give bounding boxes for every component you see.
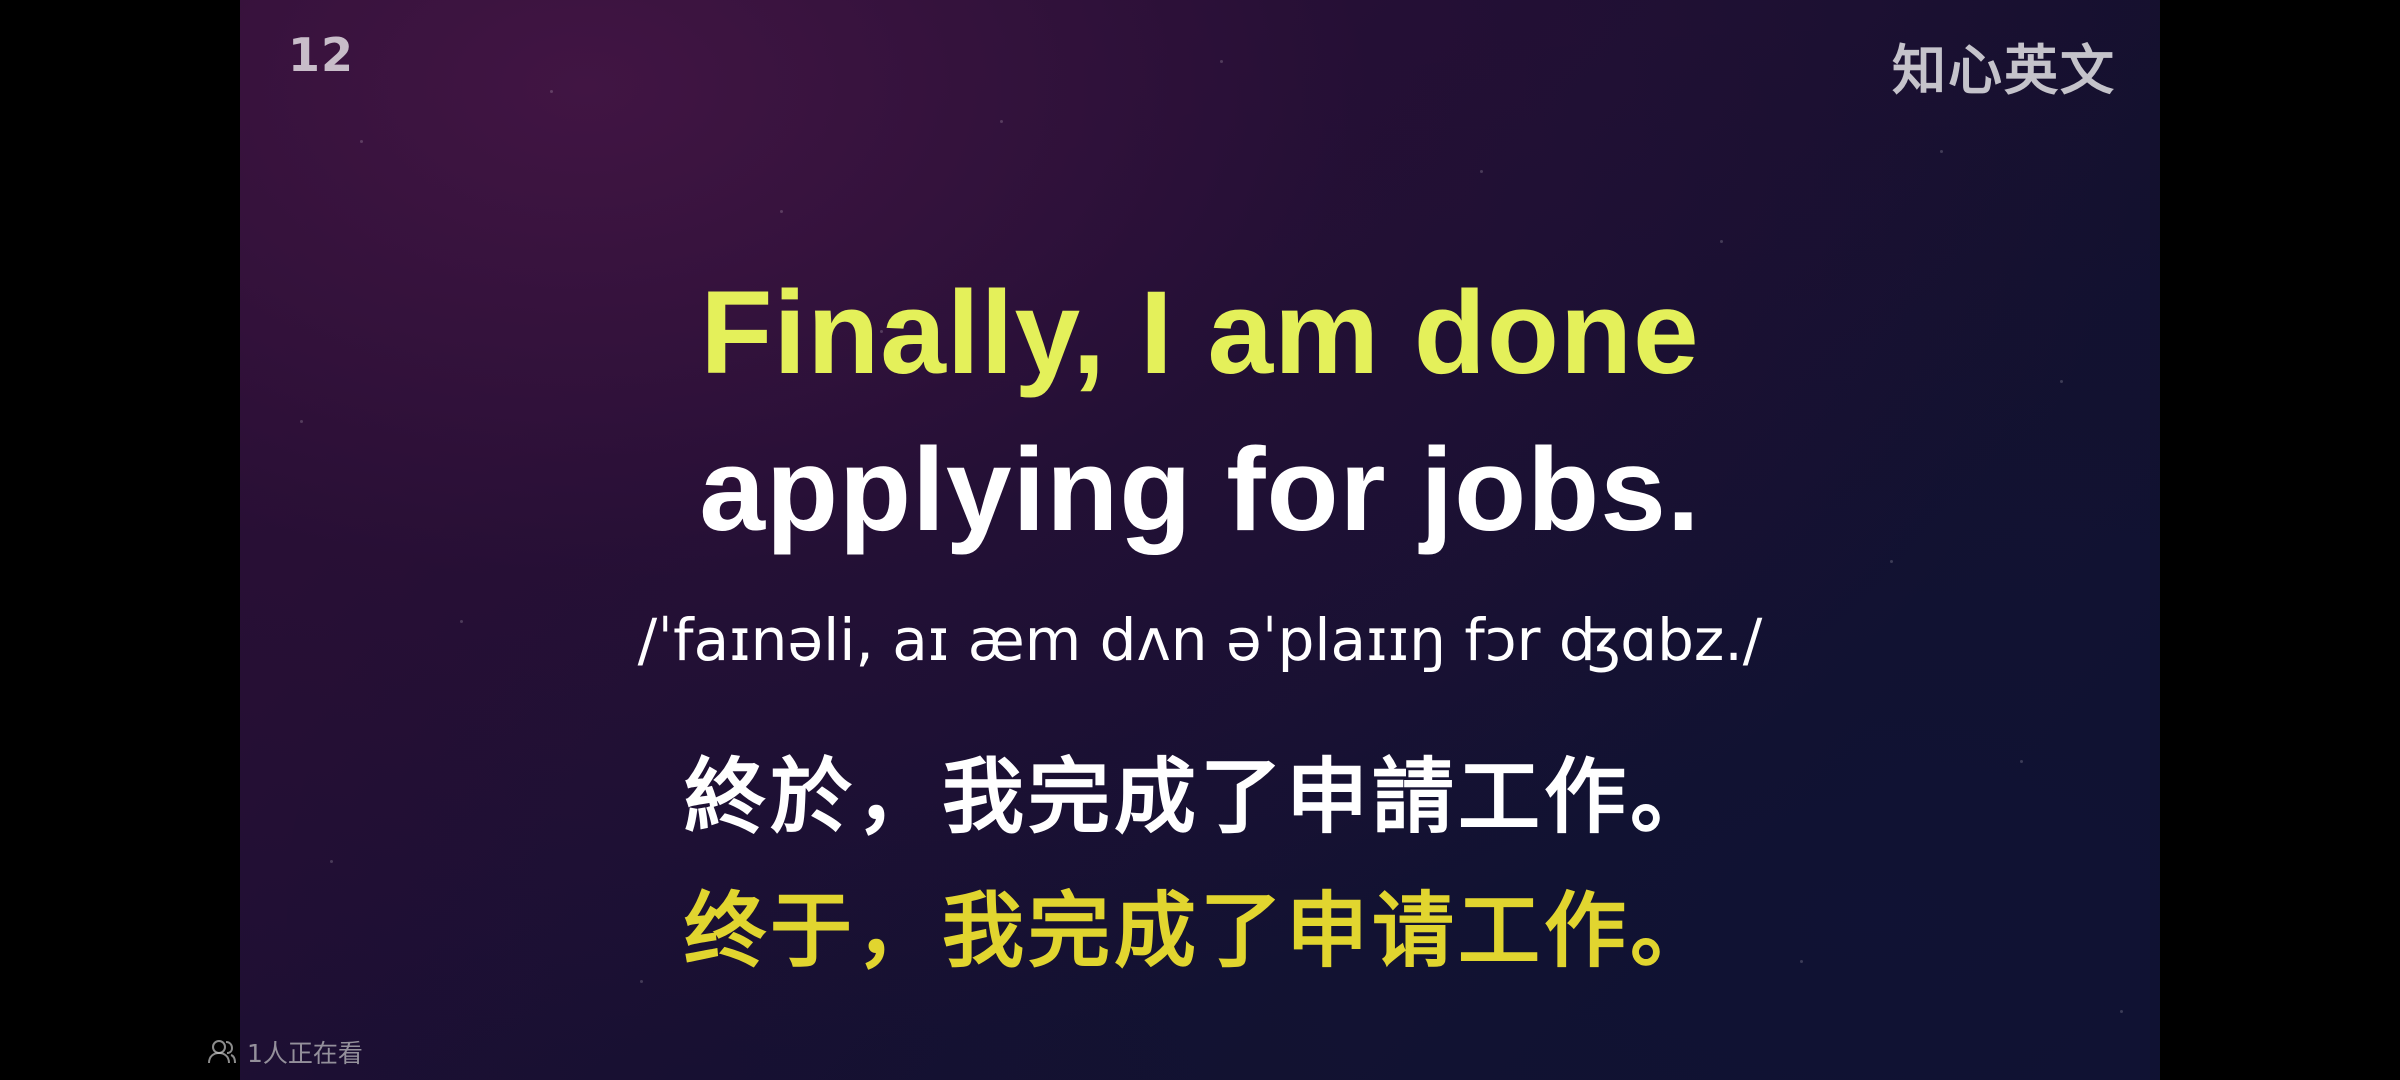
background-speck [550, 90, 553, 93]
viewer-count: 1人正在看 [207, 1034, 363, 1070]
background-speck [1720, 240, 1723, 243]
viewers-icon [208, 1040, 236, 1064]
background-speck [1480, 170, 1483, 173]
episode-number: 12 [288, 28, 355, 82]
english-subtitle-line-1: Finally, I am done [700, 267, 1700, 399]
player-screen[interactable]: 12 知心英文 Finally, I am done applying for … [0, 0, 2400, 1080]
background-speck [1890, 560, 1893, 563]
traditional-chinese-subtitle: 終於，我完成了申請工作。 [683, 750, 1716, 845]
background-speck [2120, 1010, 2123, 1013]
phonetic-transcription: /ˈfaɪnəli, aɪ æm dʌn əˈplaɪɪŋ fɔr ʤɑbz./ [637, 606, 1763, 674]
viewer-count-label: 1人正在看 [247, 1039, 363, 1068]
background-speck [1940, 150, 1943, 153]
background-speck [360, 140, 363, 143]
background-speck [780, 210, 783, 213]
simplified-chinese-subtitle: 终于，我完成了申请工作。 [683, 884, 1716, 979]
background-speck [1220, 60, 1223, 63]
background-speck [1000, 120, 1003, 123]
video-frame[interactable]: 12 知心英文 Finally, I am done applying for … [240, 0, 2160, 1080]
channel-logo: 知心英文 [1892, 39, 2116, 102]
background-speck [330, 860, 333, 863]
english-subtitle-line-2: applying for jobs. [699, 424, 1701, 556]
